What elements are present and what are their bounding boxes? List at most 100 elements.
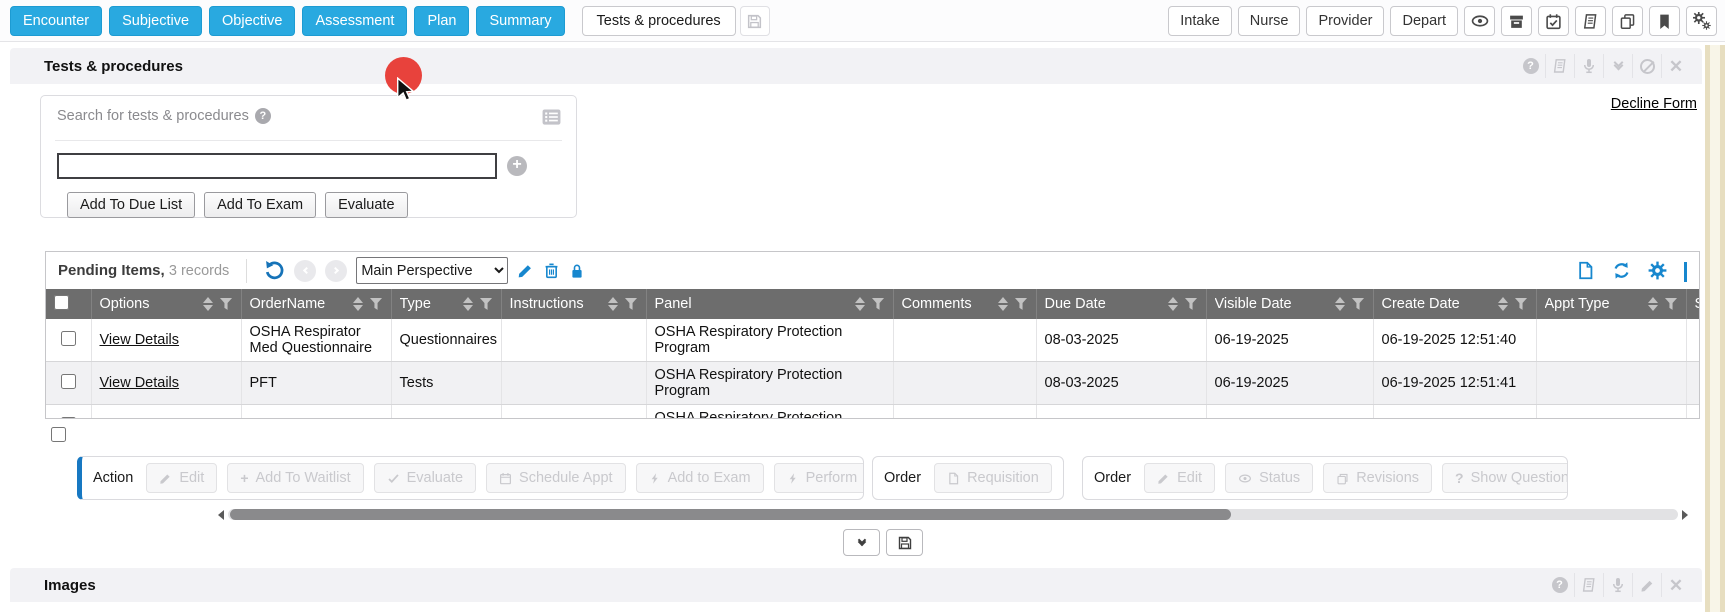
- col-create-date[interactable]: Create Date: [1373, 289, 1536, 319]
- horizontal-scrollbar[interactable]: [218, 508, 1688, 521]
- col-comments[interactable]: Comments: [893, 289, 1036, 319]
- scrollbar-thumb[interactable]: [230, 509, 1231, 520]
- col-instructions[interactable]: Instructions: [501, 289, 646, 319]
- sort-icon[interactable]: [608, 297, 618, 311]
- nurse-button[interactable]: Nurse: [1238, 6, 1301, 36]
- edit-perspective-button[interactable]: [517, 262, 534, 279]
- filter-icon[interactable]: [1665, 298, 1678, 311]
- intake-button[interactable]: Intake: [1168, 6, 1232, 36]
- add-to-waitlist-button[interactable]: +Add To Waitlist: [227, 463, 363, 493]
- calendar-check-button[interactable]: [1538, 6, 1569, 36]
- col-visible-date[interactable]: Visible Date: [1206, 289, 1373, 319]
- evaluate-button[interactable]: Evaluate: [325, 192, 407, 218]
- bookmark-button[interactable]: [1649, 6, 1680, 36]
- microphone-button[interactable]: [1574, 54, 1603, 78]
- block-button[interactable]: [1632, 54, 1661, 78]
- settings-button[interactable]: [1686, 6, 1717, 36]
- sort-icon[interactable]: [998, 297, 1008, 311]
- add-to-due-list-button[interactable]: Add To Due List: [67, 192, 195, 218]
- col-due-date[interactable]: Due Date: [1036, 289, 1206, 319]
- row-checkbox[interactable]: [61, 417, 76, 420]
- new-document-button[interactable]: [1576, 261, 1595, 280]
- edit-button[interactable]: [1632, 573, 1661, 597]
- save-tab-button[interactable]: [740, 6, 770, 36]
- decline-form-link[interactable]: Decline Form: [1611, 96, 1697, 112]
- view-details-link[interactable]: View Details: [100, 375, 180, 391]
- filter-icon[interactable]: [1185, 298, 1198, 311]
- scrollbar-track[interactable]: [228, 509, 1678, 520]
- evaluate-action-button[interactable]: Evaluate: [374, 463, 476, 493]
- col-options[interactable]: Options: [91, 289, 241, 319]
- delete-perspective-button[interactable]: [543, 262, 560, 279]
- schedule-appt-button[interactable]: Schedule Appt: [486, 463, 626, 493]
- tab-objective[interactable]: Objective: [209, 6, 295, 36]
- close-button[interactable]: ✕: [1661, 573, 1690, 597]
- row-checkbox[interactable]: [61, 374, 76, 389]
- add-to-exam-button[interactable]: Add To Exam: [204, 192, 316, 218]
- scroll-left-arrow[interactable]: [218, 510, 224, 520]
- row-checkbox[interactable]: [61, 331, 76, 346]
- archive-button[interactable]: [1501, 6, 1532, 36]
- view-details-link[interactable]: View Details: [100, 332, 180, 348]
- col-appt-type[interactable]: Appt Type: [1536, 289, 1686, 319]
- search-input[interactable]: [57, 153, 497, 179]
- filter-icon[interactable]: [1015, 298, 1028, 311]
- show-questions-button[interactable]: ?Show Questions: [1442, 463, 1568, 493]
- revisions-button[interactable]: Revisions: [1323, 463, 1432, 493]
- sort-icon[interactable]: [1648, 297, 1658, 311]
- help-button[interactable]: ?: [1545, 573, 1574, 597]
- tab-tests-procedures[interactable]: Tests & procedures: [582, 6, 736, 36]
- col-panel[interactable]: Panel: [646, 289, 893, 319]
- search-help-icon[interactable]: ?: [255, 108, 271, 124]
- tab-summary[interactable]: Summary: [476, 6, 564, 36]
- status-button[interactable]: Status: [1225, 463, 1313, 493]
- microphone-button[interactable]: [1603, 573, 1632, 597]
- close-button[interactable]: ✕: [1661, 54, 1690, 78]
- next-page-button[interactable]: [325, 260, 347, 282]
- collapse-button[interactable]: [1603, 54, 1632, 78]
- filter-icon[interactable]: [1352, 298, 1365, 311]
- help-button[interactable]: ?: [1516, 54, 1545, 78]
- new-row-checkbox[interactable]: [51, 427, 66, 442]
- book-button[interactable]: [1575, 6, 1606, 36]
- filter-icon[interactable]: [220, 298, 233, 311]
- book-button[interactable]: [1574, 573, 1603, 597]
- add-search-button[interactable]: +: [507, 156, 527, 176]
- col-type[interactable]: Type: [391, 289, 501, 319]
- scroll-right-arrow[interactable]: [1682, 510, 1688, 520]
- sort-icon[interactable]: [1335, 297, 1345, 311]
- requisition-button[interactable]: Requisition: [934, 463, 1052, 493]
- perspective-select[interactable]: Main Perspective: [356, 257, 508, 284]
- filter-icon[interactable]: [1515, 298, 1528, 311]
- add-to-exam-action-button[interactable]: Add to Exam: [636, 463, 764, 493]
- lock-perspective-button[interactable]: [569, 263, 585, 279]
- refresh-button[interactable]: [1612, 261, 1631, 280]
- page-scrollbar-strip[interactable]: [1705, 45, 1725, 612]
- sort-icon[interactable]: [203, 297, 213, 311]
- sort-icon[interactable]: [463, 297, 473, 311]
- save-panel-button[interactable]: [886, 529, 923, 556]
- col-ordername[interactable]: OrderName: [241, 289, 391, 319]
- sort-icon[interactable]: [1498, 297, 1508, 311]
- collapse-grid-button[interactable]: [1684, 262, 1687, 280]
- edit-button[interactable]: Edit: [146, 463, 217, 493]
- filter-icon[interactable]: [625, 298, 638, 311]
- perform-button[interactable]: Perform: [774, 463, 864, 493]
- sort-icon[interactable]: [1168, 297, 1178, 311]
- prev-page-button[interactable]: [294, 260, 316, 282]
- sort-icon[interactable]: [855, 297, 865, 311]
- filter-icon[interactable]: [480, 298, 493, 311]
- order-edit-button[interactable]: Edit: [1144, 463, 1215, 493]
- select-all-checkbox[interactable]: [54, 295, 69, 310]
- tab-plan[interactable]: Plan: [414, 6, 469, 36]
- collapse-panel-button[interactable]: [843, 529, 880, 556]
- book-button[interactable]: [1545, 54, 1574, 78]
- depart-button[interactable]: Depart: [1390, 6, 1458, 36]
- eye-button[interactable]: [1464, 6, 1495, 36]
- provider-button[interactable]: Provider: [1306, 6, 1384, 36]
- copy-button[interactable]: [1612, 6, 1643, 36]
- filter-icon[interactable]: [872, 298, 885, 311]
- undo-button[interactable]: [264, 260, 285, 281]
- grid-settings-button[interactable]: [1648, 261, 1667, 280]
- sort-icon[interactable]: [353, 297, 363, 311]
